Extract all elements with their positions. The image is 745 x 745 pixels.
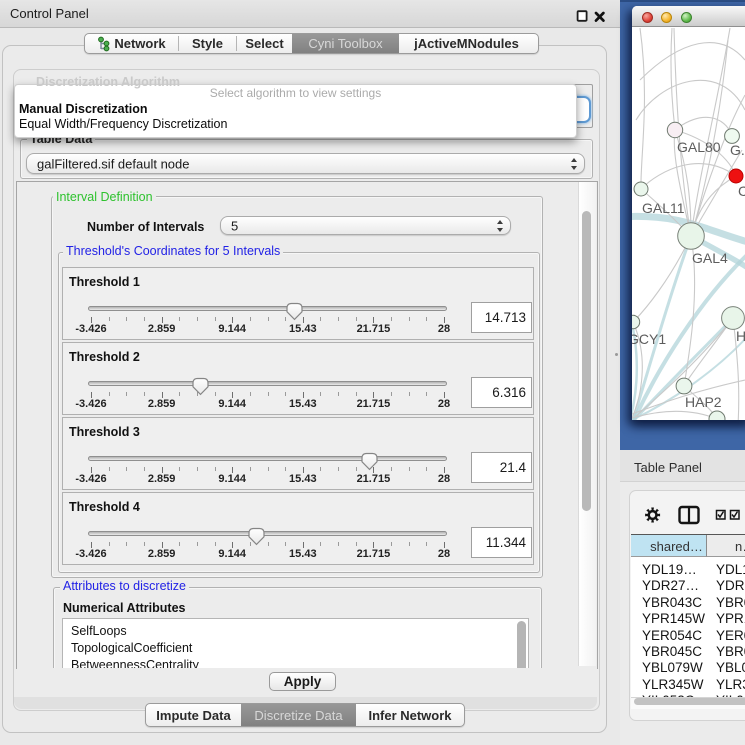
svg-text:C: C — [738, 183, 745, 199]
svg-text:HAP2: HAP2 — [685, 394, 722, 410]
svg-text:GAL80: GAL80 — [677, 139, 721, 155]
svg-text:GCY1: GCY1 — [632, 331, 666, 347]
svg-text:GAL11: GAL11 — [642, 200, 685, 216]
svg-text:H: H — [736, 328, 745, 344]
svg-text:G.: G. — [730, 142, 745, 158]
svg-text:GAL4: GAL4 — [692, 250, 728, 266]
